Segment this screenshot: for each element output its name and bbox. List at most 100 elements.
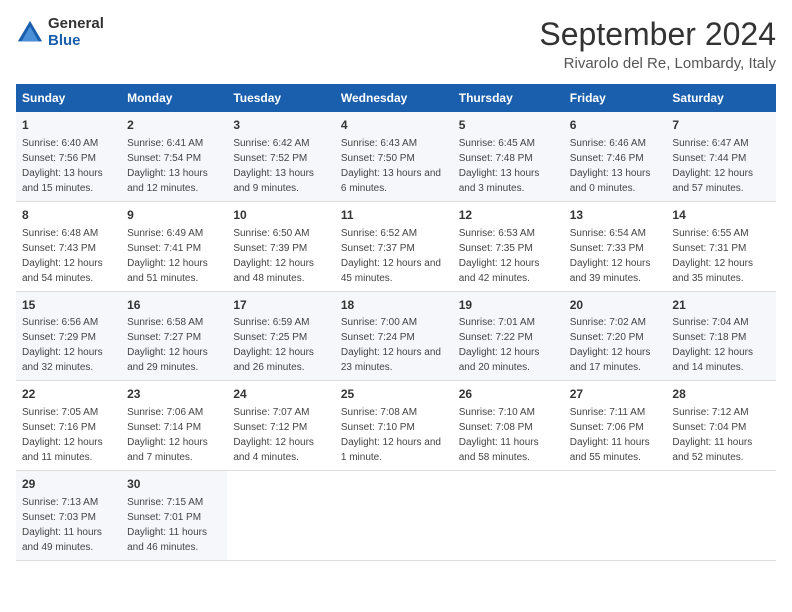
sunrise-text: Sunrise: 7:01 AM — [459, 317, 535, 328]
sunset-text: Sunset: 7:39 PM — [233, 243, 307, 254]
daylight-text: Daylight: 13 hours and 15 minutes. — [22, 168, 103, 194]
day-number: 20 — [570, 297, 661, 314]
daylight-text: Daylight: 12 hours and 48 minutes. — [233, 258, 314, 284]
daylight-text: Daylight: 13 hours and 3 minutes. — [459, 168, 540, 194]
cell-week3-day5: 20Sunrise: 7:02 AMSunset: 7:20 PMDayligh… — [564, 291, 667, 381]
sunrise-text: Sunrise: 7:05 AM — [22, 407, 98, 418]
daylight-text: Daylight: 12 hours and 11 minutes. — [22, 437, 103, 463]
sunset-text: Sunset: 7:54 PM — [127, 153, 201, 164]
day-number: 19 — [459, 297, 558, 314]
sunset-text: Sunset: 7:14 PM — [127, 422, 201, 433]
daylight-text: Daylight: 12 hours and 51 minutes. — [127, 258, 208, 284]
cell-week5-day5 — [564, 471, 667, 561]
logo: General Blue — [16, 16, 104, 49]
cell-week4-day0: 22 Sunrise: 7:05 AM Sunset: 7:16 PM Dayligh… — [16, 381, 121, 471]
header-thursday: Thursday — [453, 84, 564, 112]
sunset-text: Sunset: 7:22 PM — [459, 332, 533, 343]
sunrise-text: Sunrise: 7:15 AM — [127, 497, 203, 508]
daylight-text: Daylight: 12 hours and 26 minutes. — [233, 347, 314, 373]
day-number: 5 — [459, 117, 558, 134]
sunset-text: Sunset: 7:08 PM — [459, 422, 533, 433]
day-number: 26 — [459, 386, 558, 403]
sunset-text: Sunset: 7:16 PM — [22, 422, 96, 433]
header-monday: Monday — [121, 84, 227, 112]
header-sunday: Sunday — [16, 84, 121, 112]
sunrise-text: Sunrise: 7:07 AM — [233, 407, 309, 418]
cell-week2-day3: 11Sunrise: 6:52 AMSunset: 7:37 PMDayligh… — [335, 201, 453, 291]
day-number: 8 — [22, 207, 115, 224]
week-row-4: 22 Sunrise: 7:05 AM Sunset: 7:16 PM Dayligh… — [16, 381, 776, 471]
day-number: 15 — [22, 297, 115, 314]
day-number: 28 — [672, 386, 770, 403]
cell-week1-day2: 3Sunrise: 6:42 AMSunset: 7:52 PMDaylight… — [227, 112, 335, 201]
cell-week2-day0: 8Sunrise: 6:48 AMSunset: 7:43 PMDaylight… — [16, 201, 121, 291]
week-row-1: 1Sunrise: 6:40 AMSunset: 7:56 PMDaylight… — [16, 112, 776, 201]
day-number: 13 — [570, 207, 661, 224]
sunrise-text: Sunrise: 6:47 AM — [672, 138, 748, 149]
daylight-text: Daylight: 12 hours and 35 minutes. — [672, 258, 753, 284]
calendar-title: September 2024 — [539, 16, 776, 53]
cell-week1-day4: 5Sunrise: 6:45 AMSunset: 7:48 PMDaylight… — [453, 112, 564, 201]
daylight-text: Daylight: 12 hours and 39 minutes. — [570, 258, 651, 284]
sunrise-text: Sunrise: 7:12 AM — [672, 407, 748, 418]
cell-week1-day6: 7Sunrise: 6:47 AMSunset: 7:44 PMDaylight… — [666, 112, 776, 201]
calendar-subtitle: Rivarolo del Re, Lombardy, Italy — [539, 55, 776, 72]
day-number: 6 — [570, 117, 661, 134]
day-number: 22 — [22, 386, 115, 403]
calendar-header: Sunday Monday Tuesday Wednesday Thursday… — [16, 84, 776, 112]
cell-week4-day5: 27Sunrise: 7:11 AMSunset: 7:06 PMDayligh… — [564, 381, 667, 471]
cell-week3-day3: 18Sunrise: 7:00 AMSunset: 7:24 PMDayligh… — [335, 291, 453, 381]
sunset-text: Sunset: 7:04 PM — [672, 422, 746, 433]
day-number: 1 — [22, 117, 115, 134]
cell-week1-day1: 2Sunrise: 6:41 AMSunset: 7:54 PMDaylight… — [121, 112, 227, 201]
sunset-text: Sunset: 7:03 PM — [22, 512, 96, 523]
sunrise-text: Sunrise: 7:08 AM — [341, 407, 417, 418]
day-number: 21 — [672, 297, 770, 314]
daylight-text: Daylight: 11 hours and 52 minutes. — [672, 437, 752, 463]
daylight-text: Daylight: 12 hours and 23 minutes. — [341, 347, 441, 373]
sunrise-text: Sunrise: 6:59 AM — [233, 317, 309, 328]
daylight-text: Daylight: 13 hours and 12 minutes. — [127, 168, 208, 194]
cell-week1-day3: 4Sunrise: 6:43 AMSunset: 7:50 PMDaylight… — [335, 112, 453, 201]
sunrise-text: Sunrise: 6:41 AM — [127, 138, 203, 149]
daylight-text: Daylight: 12 hours and 57 minutes. — [672, 168, 753, 194]
week-row-2: 8Sunrise: 6:48 AMSunset: 7:43 PMDaylight… — [16, 201, 776, 291]
day-number: 16 — [127, 297, 221, 314]
sunrise-text: Sunrise: 6:58 AM — [127, 317, 203, 328]
day-number: 3 — [233, 117, 329, 134]
sunset-text: Sunset: 7:33 PM — [570, 243, 644, 254]
cell-week5-day6 — [666, 471, 776, 561]
cell-week3-day1: 16Sunrise: 6:58 AMSunset: 7:27 PMDayligh… — [121, 291, 227, 381]
logo-blue-text: Blue — [48, 33, 104, 50]
cell-week1-day5: 6Sunrise: 6:46 AMSunset: 7:46 PMDaylight… — [564, 112, 667, 201]
day-number: 17 — [233, 297, 329, 314]
day-number: 4 — [341, 117, 447, 134]
day-number: 30 — [127, 476, 221, 493]
sunrise-text: Sunrise: 7:11 AM — [570, 407, 645, 418]
daylight-text: Daylight: 11 hours and 58 minutes. — [459, 437, 539, 463]
header-friday: Friday — [564, 84, 667, 112]
cell-week2-day6: 14Sunrise: 6:55 AMSunset: 7:31 PMDayligh… — [666, 201, 776, 291]
daylight-text: Daylight: 12 hours and 32 minutes. — [22, 347, 103, 373]
sunset-text: Sunset: 7:46 PM — [570, 153, 644, 164]
day-number: 14 — [672, 207, 770, 224]
sunrise-text: Sunrise: 6:49 AM — [127, 228, 203, 239]
sunrise-text: Sunrise: 6:43 AM — [341, 138, 417, 149]
cell-week4-day3: 25Sunrise: 7:08 AMSunset: 7:10 PMDayligh… — [335, 381, 453, 471]
sunrise-text: Sunrise: 7:02 AM — [570, 317, 646, 328]
daylight-text: Daylight: 11 hours and 55 minutes. — [570, 437, 650, 463]
logo-icon — [16, 19, 44, 47]
daylight-text: Daylight: 12 hours and 45 minutes. — [341, 258, 441, 284]
sunrise-text: Sunrise: 6:56 AM — [22, 317, 98, 328]
sunset-text: Sunset: 7:44 PM — [672, 153, 746, 164]
sunrise-text: Sunrise: 7:06 AM — [127, 407, 203, 418]
daylight-text: Daylight: 12 hours and 54 minutes. — [22, 258, 103, 284]
sunrise-text: Sunrise: 7:04 AM — [672, 317, 748, 328]
day-number: 27 — [570, 386, 661, 403]
daylight-text: Daylight: 13 hours and 6 minutes. — [341, 168, 441, 194]
day-number: 29 — [22, 476, 115, 493]
cell-week5-day3 — [335, 471, 453, 561]
sunset-text: Sunset: 7:25 PM — [233, 332, 307, 343]
daylight-text: Daylight: 12 hours and 29 minutes. — [127, 347, 208, 373]
sunset-text: Sunset: 7:10 PM — [341, 422, 415, 433]
